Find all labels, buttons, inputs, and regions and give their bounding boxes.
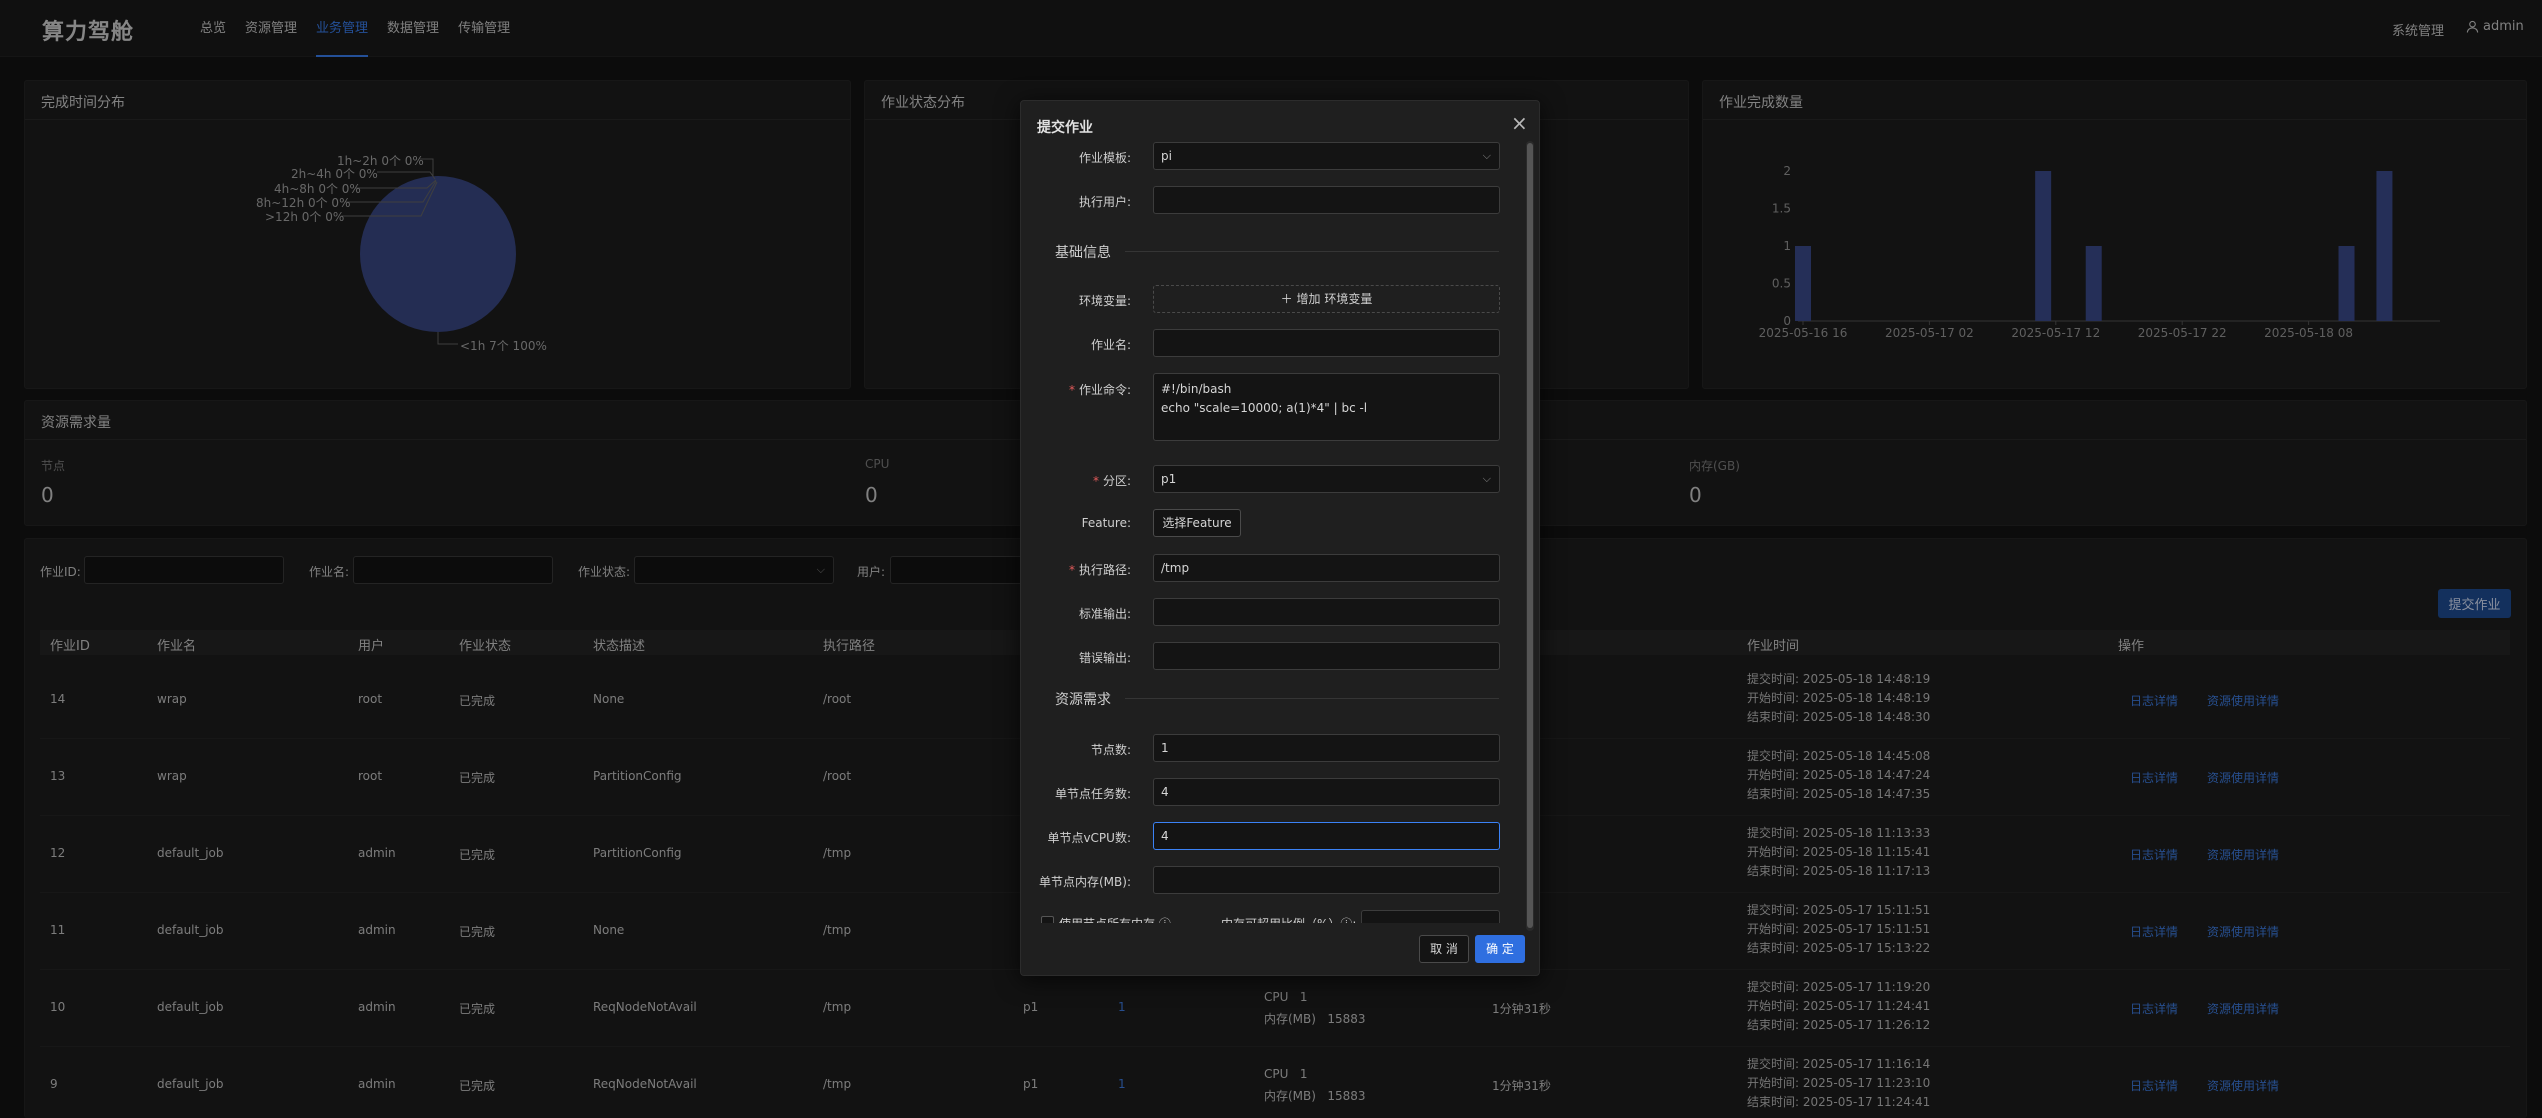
mem-label: 单节点内存(MB): [1039, 875, 1131, 889]
cmd-line-2: echo "scale=10000; a(1)*4" | bc -l [1161, 401, 1368, 415]
select-feature-button[interactable]: 选择Feature [1153, 509, 1241, 537]
chevron-down-icon: ⌵ [1482, 149, 1491, 162]
section-divider [1125, 698, 1499, 699]
stdout-input[interactable] [1153, 598, 1500, 626]
vcpu-label: 单节点vCPU数: [1047, 831, 1131, 845]
cmd-line-1: #!/bin/bash [1161, 382, 1232, 396]
env-label: 环境变量: [1078, 294, 1131, 308]
partition-select[interactable]: p1 ⌵ [1153, 465, 1500, 493]
cmd-textarea[interactable]: #!/bin/bash echo "scale=10000; a(1)*4" |… [1153, 373, 1500, 441]
template-value: pi [1161, 149, 1172, 163]
modal-scrollbar-thumb[interactable] [1527, 143, 1533, 928]
job-name-input[interactable] [1153, 329, 1500, 357]
job-name-label: 作业名: [1090, 338, 1131, 352]
chevron-down-icon: ⌵ [1482, 472, 1491, 485]
ok-button[interactable]: 确 定 [1475, 935, 1525, 963]
submit-job-modal: 提交作业 × 作业模板: pi ⌵ 执行用户: 基础信息 环境变量: ＋ 增加 环… [1020, 100, 1540, 976]
exec-user-input[interactable] [1153, 186, 1500, 214]
partition-label-text: 分区: [1102, 474, 1131, 488]
template-select[interactable]: pi ⌵ [1153, 142, 1500, 170]
partition-label: * 分区: [1092, 474, 1131, 488]
tasks-label: 单节点任务数: [1054, 787, 1131, 801]
stdout-label: 标准输出: [1078, 607, 1131, 621]
mem-input[interactable] [1153, 866, 1500, 894]
template-label: 作业模板: [1078, 151, 1131, 165]
plus-icon: ＋ [1280, 292, 1293, 306]
feature-label: Feature: [1081, 516, 1131, 530]
stderr-label: 错误输出: [1078, 651, 1131, 665]
exec-user-label: 执行用户: [1078, 195, 1131, 209]
stderr-input[interactable] [1153, 642, 1500, 670]
basic-info-section: 基础信息 [1055, 245, 1111, 261]
add-env-button[interactable]: ＋ 增加 环境变量 [1153, 285, 1500, 313]
cancel-button[interactable]: 取 消 [1419, 935, 1469, 963]
tasks-input[interactable]: 4 [1153, 778, 1500, 806]
modal-title: 提交作业 [1037, 120, 1093, 136]
cmd-label-text: 作业命令: [1078, 383, 1131, 397]
resource-section: 资源需求 [1055, 692, 1111, 708]
vcpu-input[interactable]: 4 [1153, 822, 1500, 850]
add-env-label: 增加 环境变量 [1296, 292, 1373, 306]
section-divider [1125, 251, 1499, 252]
path-label-text: 执行路径: [1078, 563, 1131, 577]
nodes-label: 节点数: [1090, 743, 1131, 757]
close-icon[interactable]: × [1511, 111, 1528, 135]
path-label: * 执行路径: [1068, 563, 1131, 577]
partition-value: p1 [1161, 472, 1177, 486]
cmd-label: * 作业命令: [1068, 383, 1131, 397]
path-input[interactable]: /tmp [1153, 554, 1500, 582]
nodes-input[interactable]: 1 [1153, 734, 1500, 762]
